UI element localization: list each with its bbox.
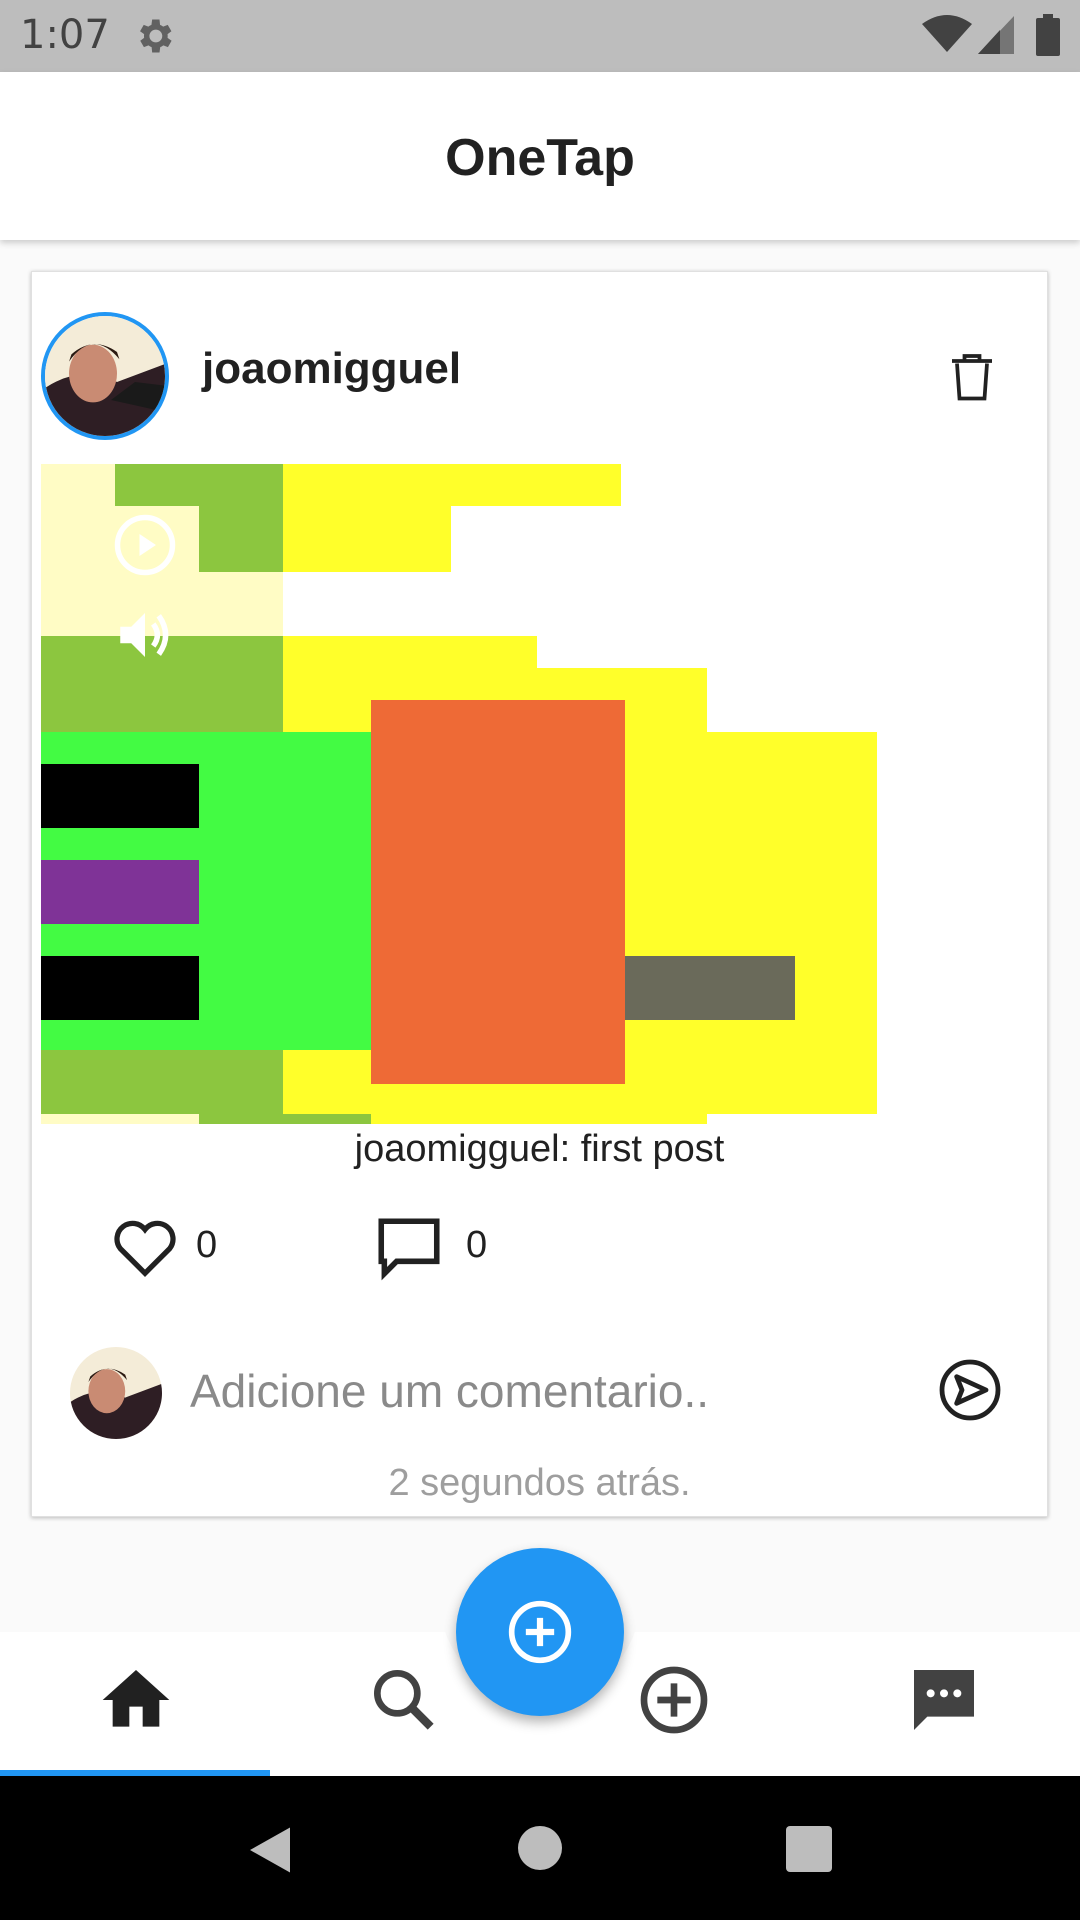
post-caption: joaomigguel: first post	[354, 1128, 725, 1170]
play-icon[interactable]	[112, 512, 178, 578]
comment-count: 0	[466, 1224, 488, 1266]
battery-icon	[1036, 14, 1060, 56]
post-username[interactable]: joaomigguel	[202, 344, 461, 394]
signal-icon	[978, 16, 1014, 54]
app-title: OneTap	[445, 129, 635, 187]
back-icon[interactable]	[240, 1820, 300, 1880]
heart-icon[interactable]	[110, 1212, 180, 1282]
status-time: 1:07	[20, 12, 110, 58]
home-icon[interactable]	[96, 1660, 176, 1740]
comment-input[interactable]	[190, 1354, 930, 1428]
chat-icon[interactable]	[904, 1660, 984, 1740]
volume-icon[interactable]	[112, 602, 178, 668]
comment-avatar	[70, 1347, 162, 1439]
search-icon[interactable]	[364, 1660, 444, 1740]
status-bar: 1:07	[0, 0, 1080, 72]
avatar-photo	[45, 316, 165, 436]
fab-add-button[interactable]	[456, 1548, 624, 1716]
wifi-icon	[922, 15, 972, 52]
send-icon[interactable]	[938, 1358, 1002, 1422]
comment-avatar-photo	[70, 1347, 162, 1439]
app-bar: OneTap	[0, 72, 1080, 240]
recents-button[interactable]	[786, 1826, 832, 1872]
like-count: 0	[196, 1224, 218, 1266]
post-timestamp: 2 segundos atrás.	[388, 1462, 691, 1504]
home-button[interactable]	[518, 1826, 562, 1870]
comment-icon[interactable]	[372, 1212, 446, 1286]
gear-icon	[140, 19, 172, 53]
post-card: joaomigguel joaomigguel: first post 0 0 …	[31, 271, 1048, 1517]
add-circle-icon[interactable]	[634, 1660, 714, 1740]
trash-icon[interactable]	[942, 346, 1002, 406]
add-circle-icon	[508, 1600, 572, 1664]
avatar[interactable]	[41, 312, 169, 440]
